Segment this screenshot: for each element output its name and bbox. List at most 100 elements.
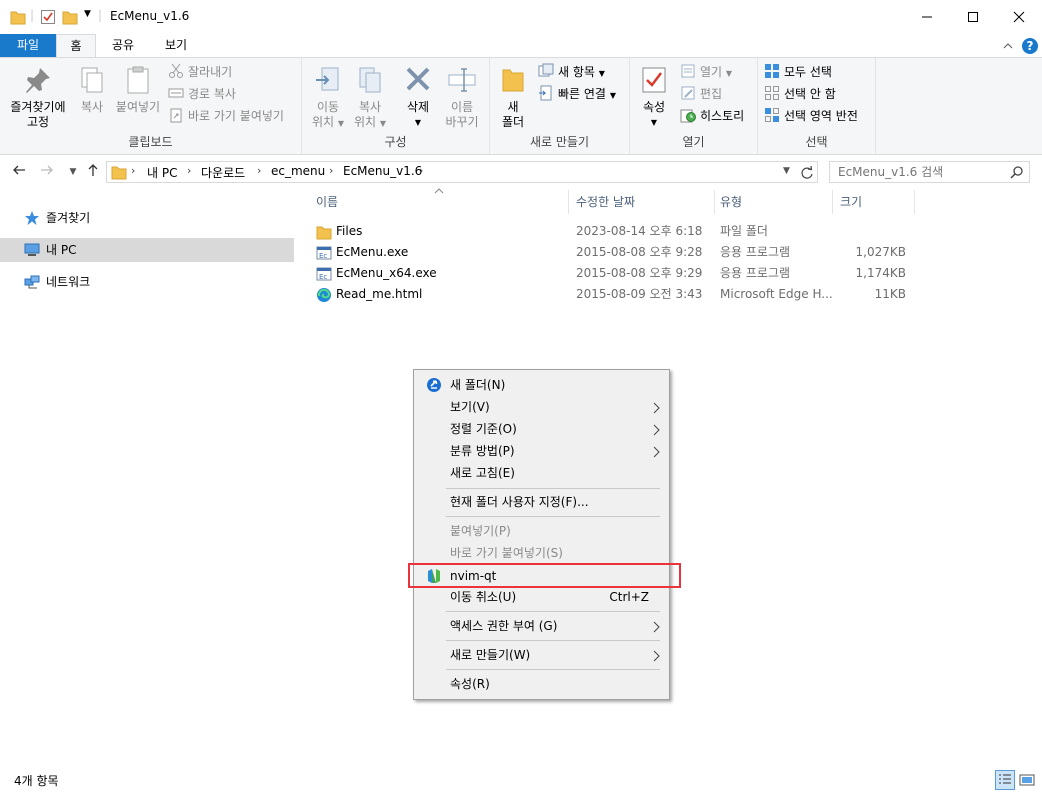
search-field[interactable] (829, 161, 1030, 183)
new-folder-icon[interactable] (62, 8, 78, 26)
file-date: 2023-08-14 오후 6:18 (576, 224, 703, 238)
new-folder-button[interactable]: 새 폴더 (494, 64, 532, 130)
customize-qa-dropdown-icon[interactable]: ▼ (84, 9, 91, 27)
breadcrumb-ec-menu[interactable]: ec_menu (271, 164, 325, 178)
pin-icon (26, 68, 50, 93)
collapse-ribbon-icon[interactable] (1002, 40, 1014, 52)
breadcrumb-separator: › (419, 164, 424, 177)
search-input[interactable] (836, 164, 1006, 180)
delete-button[interactable]: 삭제 ▼ (400, 64, 436, 130)
menu-item-undo-move[interactable]: 이동 취소(U) Ctrl+Z (416, 586, 667, 608)
tab-home[interactable]: 홈 (56, 34, 96, 57)
properties-button[interactable]: 속성 ▼ (636, 64, 672, 130)
menu-item-customize-folder[interactable]: 현재 폴더 사용자 지정(F)... (416, 491, 667, 513)
item-count: 4개 항목 (14, 774, 59, 788)
title-bar: | ▼ | EcMenu_v1.6 (0, 0, 1042, 34)
menu-item-paste-shortcut[interactable]: 바로 가기 붙여넣기(S) (416, 542, 667, 564)
details-view-icon[interactable] (995, 770, 1015, 790)
file-size: 1,027KB (855, 245, 906, 259)
tab-share[interactable]: 공유 (100, 34, 146, 57)
menu-item-view[interactable]: 보기(V) (416, 396, 667, 418)
column-header-type[interactable]: 유형 (714, 190, 832, 214)
select-all-button[interactable]: 모두 선택 (764, 62, 832, 82)
menu-item-paste[interactable]: 붙여넣기(P) (416, 520, 667, 542)
column-separator[interactable] (568, 190, 569, 214)
new-folder-plus-icon (427, 378, 441, 392)
breadcrumb-downloads[interactable]: 다운로드 (201, 164, 245, 181)
history-button[interactable]: 히스토리 (680, 106, 744, 126)
menu-item-refresh[interactable]: 새로 고침(E) (416, 462, 667, 484)
open-button[interactable]: 열기 ▼ (680, 62, 732, 82)
nav-item-this-pc[interactable]: 내 PC (0, 238, 294, 262)
maximize-button[interactable] (950, 0, 996, 34)
breadcrumb-ecmenu-v16[interactable]: EcMenu_v1.6 (343, 164, 422, 178)
file-row[interactable]: Read_me.html 2015-08-09 오전 3:43 Microsof… (310, 284, 910, 305)
column-separator[interactable] (914, 190, 915, 214)
column-separator[interactable] (832, 190, 833, 214)
column-header-date[interactable]: 수정한 날짜 (570, 190, 714, 214)
submenu-arrow-icon (653, 446, 660, 458)
column-header-size[interactable]: 크기 (834, 190, 914, 214)
large-icons-view-icon[interactable] (1017, 770, 1037, 790)
copy-to-button[interactable]: 복사 위치 ▼ (350, 64, 390, 131)
edit-button[interactable]: 편집 (680, 84, 722, 104)
file-row[interactable]: Ec EcMenu.exe 2015-08-08 오후 9:28 응용 프로그램… (310, 242, 910, 263)
menu-label: 현재 폴더 사용자 지정(F)... (450, 495, 589, 509)
paste-shortcut-button[interactable]: 바로 가기 붙여넣기 (168, 106, 284, 126)
search-icon[interactable] (1010, 165, 1024, 179)
pin-to-quick-access-button[interactable]: 즐겨찾기에 고정 (4, 64, 72, 130)
minimize-button[interactable] (904, 0, 950, 34)
recent-locations-dropdown-icon[interactable]: ▼ (64, 163, 82, 181)
forward-button[interactable] (38, 163, 56, 181)
star-icon (25, 211, 39, 225)
breadcrumb-this-pc[interactable]: 내 PC (147, 164, 177, 181)
copy-button[interactable]: 복사 (74, 64, 110, 115)
rename-button[interactable]: 이름 바꾸기 (440, 64, 484, 130)
select-none-button[interactable]: 선택 안 함 (764, 84, 836, 104)
new-item-icon (538, 63, 554, 77)
up-button[interactable] (84, 163, 102, 181)
new-item-button[interactable]: 새 항목 ▼ (538, 62, 605, 82)
back-button[interactable] (10, 163, 28, 181)
column-header-name[interactable]: 이름 (310, 190, 568, 214)
refresh-icon[interactable] (799, 165, 815, 181)
help-icon[interactable]: ? (1021, 37, 1039, 55)
menu-label: 속성(R) (450, 677, 490, 691)
address-input[interactable]: › 내 PC › 다운로드 › ec_menu › EcMenu_v1.6 › … (106, 161, 818, 183)
menu-item-properties[interactable]: 속성(R) (416, 673, 667, 695)
move-to-button[interactable]: 이동 위치 ▼ (308, 64, 348, 131)
menu-item-new-folder[interactable]: 새 폴더(N) (416, 374, 667, 396)
menu-item-sort-by[interactable]: 정렬 기준(O) (416, 418, 667, 440)
easy-access-button[interactable]: 빠른 연결 ▼ (538, 84, 616, 104)
file-row[interactable]: Files 2023-08-14 오후 6:18 파일 폴더 (310, 221, 910, 242)
paste-button[interactable]: 붙여넣기 (112, 64, 164, 115)
close-button[interactable] (996, 0, 1042, 34)
invert-selection-button[interactable]: 선택 영역 반전 (764, 106, 858, 126)
tab-file[interactable]: 파일 (0, 34, 56, 57)
nav-item-network[interactable]: 네트워크 (0, 270, 294, 294)
history-icon (680, 109, 696, 123)
nav-label: 내 PC (46, 243, 77, 257)
address-dropdown-icon[interactable]: ▼ (783, 166, 790, 176)
up-arrow-icon (88, 164, 98, 176)
menu-label: 정렬 기준(O) (450, 422, 517, 436)
copy-path-button[interactable]: 경로 복사 (168, 84, 236, 104)
move-to-label-line1: 이동 (316, 100, 340, 114)
select-all-icon (765, 64, 779, 78)
menu-item-group-by[interactable]: 분류 방법(P) (416, 440, 667, 462)
properties-label: 속성 (642, 100, 666, 114)
menu-item-new[interactable]: 새로 만들기(W) (416, 644, 667, 666)
tab-view[interactable]: 보기 (150, 34, 202, 57)
maximize-icon (968, 12, 978, 22)
nav-item-quick-access[interactable]: 즐겨찾기 (0, 206, 294, 230)
file-name: Read_me.html (336, 287, 423, 301)
nav-label: 즐겨찾기 (46, 211, 91, 225)
properties-checkbox-icon[interactable] (40, 8, 56, 26)
menu-separator (446, 488, 660, 489)
file-row[interactable]: Ec EcMenu_x64.exe 2015-08-08 오후 9:29 응용 … (310, 263, 910, 284)
file-name: Files (336, 224, 363, 238)
rename-label-line1: 이름 (450, 100, 474, 114)
status-bar: 4개 항목 (0, 768, 1042, 793)
cut-button[interactable]: 잘라내기 (168, 62, 232, 82)
menu-item-give-access[interactable]: 액세스 권한 부여 (G) (416, 615, 667, 637)
